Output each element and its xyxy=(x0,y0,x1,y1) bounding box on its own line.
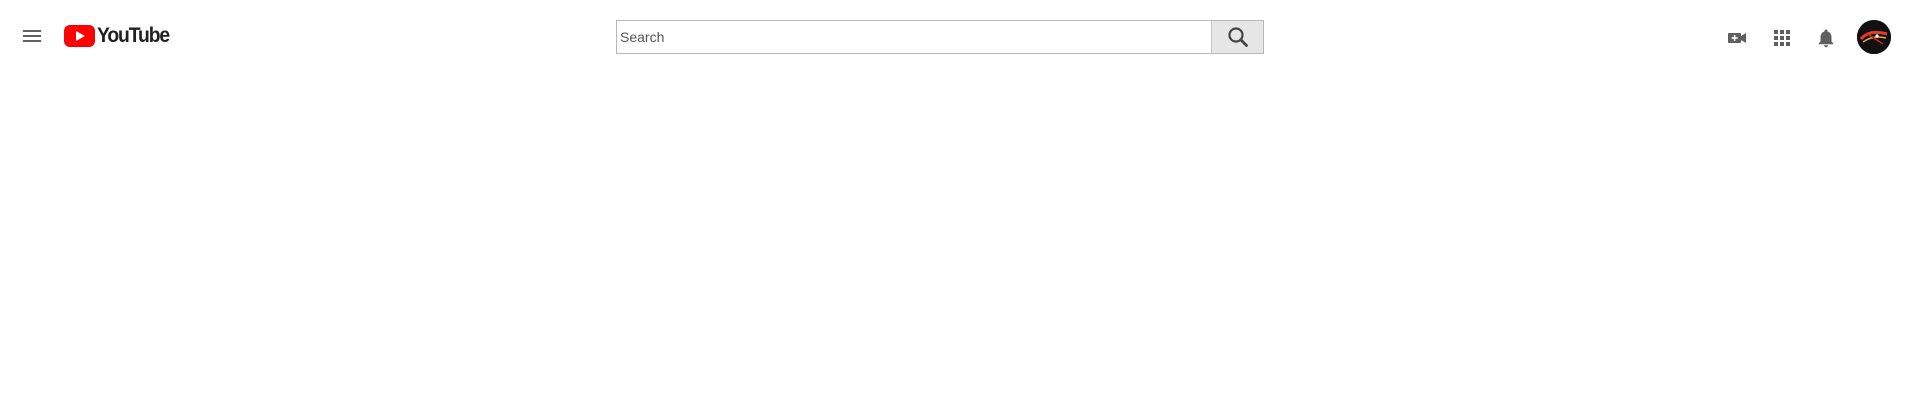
page: YouTube xyxy=(0,0,1920,416)
search-input[interactable] xyxy=(617,21,1211,53)
apps-button[interactable] xyxy=(1768,24,1796,52)
video-camera-add-icon xyxy=(1728,33,1746,43)
search-button[interactable] xyxy=(1211,21,1263,53)
avatar-image xyxy=(1857,20,1891,54)
create-video-button[interactable] xyxy=(1723,24,1751,52)
hamburger-menu-icon xyxy=(23,30,41,42)
account-avatar[interactable] xyxy=(1857,20,1891,54)
apps-grid-icon xyxy=(1774,30,1790,46)
youtube-wordmark: YouTube xyxy=(97,24,170,47)
youtube-logo[interactable]: YouTube xyxy=(64,23,175,49)
bell-icon xyxy=(1818,29,1834,48)
search-box xyxy=(616,20,1264,54)
youtube-play-badge-icon xyxy=(64,25,95,47)
hamburger-menu-button[interactable] xyxy=(16,20,48,52)
masthead: YouTube xyxy=(0,0,1920,74)
notifications-button[interactable] xyxy=(1812,24,1840,52)
search-icon xyxy=(1227,27,1248,47)
